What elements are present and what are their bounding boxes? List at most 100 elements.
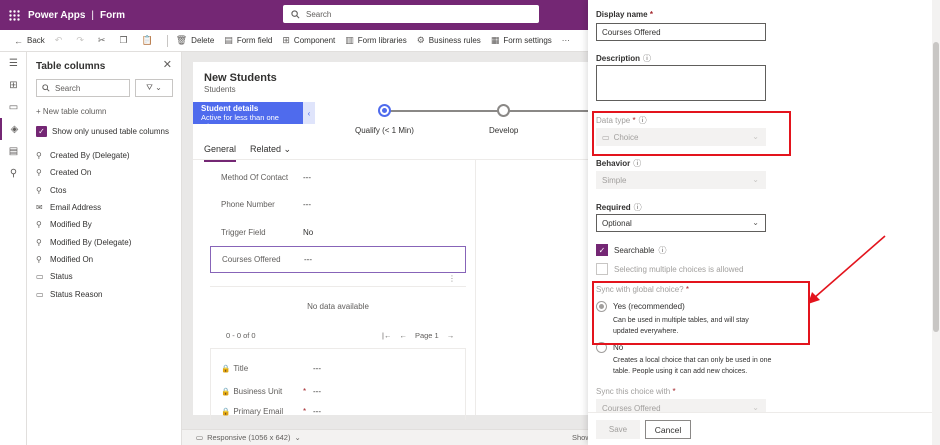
- close-icon[interactable]: ✕: [163, 58, 172, 71]
- save-button[interactable]: Save: [596, 420, 640, 439]
- chevron-left-icon[interactable]: ‹: [303, 102, 315, 124]
- new-table-column-link[interactable]: + New table column: [36, 107, 106, 116]
- list-item[interactable]: ⚲ Modified By: [36, 216, 176, 233]
- list-item[interactable]: ⚲ Ctos: [36, 182, 176, 199]
- app-launcher-icon[interactable]: [0, 0, 28, 30]
- list-item[interactable]: ⚲ Modified By (Delegate): [36, 233, 176, 250]
- cut-button[interactable]: ✂: [98, 35, 110, 46]
- bpf-stage-label: Qualify (< 1 Min): [355, 126, 414, 135]
- business-rules-button[interactable]: ⚙ Business rules: [417, 35, 481, 46]
- delete-button[interactable]: 🗑 Delete: [176, 35, 215, 46]
- display-name-input[interactable]: Courses Offered: [596, 23, 766, 41]
- list-item[interactable]: ⚲ Modified On: [36, 251, 176, 268]
- lock-icon: 🔒: [221, 406, 231, 416]
- list-item[interactable]: ▭ Status Reason: [36, 285, 176, 302]
- bpf-stage-label: Develop: [489, 126, 519, 135]
- checkmark-icon: ✓: [596, 244, 608, 256]
- highlight-data-type: [592, 111, 791, 156]
- settings-icon: ▦: [490, 35, 500, 45]
- lookup-icon: ⚲: [36, 168, 42, 178]
- description-label: Description ⓘ: [596, 54, 652, 63]
- first-page-icon[interactable]: |←: [382, 331, 391, 340]
- responsive-size-dropdown[interactable]: Responsive (1056 x 642): [207, 433, 290, 442]
- more-commands-button[interactable]: ···: [562, 36, 570, 45]
- bpf-stage-node-qualify[interactable]: [378, 104, 391, 117]
- chevron-down-icon[interactable]: ⌄: [294, 433, 300, 442]
- redo-button[interactable]: ↷: [76, 35, 88, 46]
- filter-button[interactable]: ⛛ ⌄: [135, 79, 173, 97]
- field-business-unit[interactable]: 🔒 Business Unit * ---: [211, 380, 467, 402]
- bpf-active-stage[interactable]: Student details Active for less than one…: [193, 102, 303, 131]
- undo-button[interactable]: ↶: [55, 35, 67, 46]
- list-item[interactable]: ✉ Email Address: [36, 199, 176, 216]
- form-preview: New Students Students Student details Ac…: [193, 62, 588, 420]
- required-dropdown[interactable]: Optional ⌄: [596, 214, 766, 232]
- bpf-stage-node-develop[interactable]: [497, 104, 510, 117]
- field-method-of-contact[interactable]: Method Of Contact ---: [210, 165, 466, 189]
- description-textarea[interactable]: [596, 65, 766, 101]
- behavior-label: Behavior ⓘ: [596, 159, 642, 168]
- list-item[interactable]: ⚲ Created On: [36, 164, 176, 181]
- layers-icon[interactable]: ◈: [0, 118, 27, 140]
- more-options-icon[interactable]: ⋮: [448, 274, 456, 283]
- scrollbar-thumb[interactable]: [933, 42, 939, 332]
- form-field-icon: ▤: [224, 35, 233, 45]
- lookup-icon: ⚲: [36, 237, 42, 247]
- option-icon: ▭: [36, 289, 44, 299]
- next-page-icon[interactable]: →: [447, 331, 455, 340]
- field-courses-offered[interactable]: Courses Offered ---: [210, 246, 466, 273]
- list-item[interactable]: ⚲ Created By (Delegate): [36, 147, 176, 164]
- page-number: Page 1: [414, 330, 439, 340]
- annotation-arrow: [808, 235, 886, 304]
- prev-page-icon[interactable]: ←: [399, 331, 407, 340]
- field-trigger-field[interactable]: Trigger Field No: [210, 220, 466, 244]
- sync-choice-label: Sync this choice with *: [596, 387, 676, 396]
- app-section: Form: [100, 9, 126, 21]
- global-search-input[interactable]: Search: [283, 5, 539, 23]
- form-settings-button[interactable]: ▦ Form settings: [491, 35, 552, 46]
- table-columns-icon[interactable]: ▭: [0, 96, 27, 118]
- multiple-choices-checkbox[interactable]: Selecting multiple choices is allowed: [596, 263, 743, 275]
- command-separator: [166, 34, 168, 47]
- back-arrow-icon: ←: [14, 35, 23, 46]
- form-section: 🔒 Title --- 🔒 Business Unit * --- 🔒 Primary…: [210, 348, 466, 420]
- tree-view-icon[interactable]: ⚲: [0, 162, 27, 184]
- status-bar: ▭ Responsive (1056 x 642) ⌄ Show: [182, 429, 591, 445]
- column-list: ⚲ Created By (Delegate) ⚲ Created On ⚲ Ctos…: [36, 147, 176, 303]
- app-name[interactable]: Power Apps: [28, 10, 85, 21]
- column-search-input[interactable]: Search: [36, 79, 130, 97]
- panel-footer: Save Cancel: [588, 412, 932, 445]
- cut-icon: ✂: [97, 35, 106, 45]
- email-icon: ✉: [36, 203, 43, 213]
- list-item[interactable]: ▭ Status: [36, 268, 176, 285]
- paste-button[interactable]: 📋: [142, 35, 157, 46]
- info-icon: ⓘ: [643, 54, 652, 63]
- form-field-button[interactable]: ▤ Form field: [224, 35, 272, 46]
- back-button[interactable]: ← Back: [14, 36, 45, 46]
- lock-icon: 🔒: [221, 363, 231, 373]
- info-icon: ⓘ: [658, 245, 667, 255]
- component-button[interactable]: ⊞ Component: [282, 35, 335, 46]
- required-label: Required ⓘ: [596, 203, 642, 212]
- trash-icon: 🗑: [175, 35, 188, 45]
- form-libraries-icon[interactable]: ▤: [0, 140, 27, 162]
- field-phone-number[interactable]: Phone Number ---: [210, 192, 466, 216]
- form-libraries-button[interactable]: ▥ Form libraries: [345, 35, 406, 46]
- searchable-checkbox[interactable]: ✓ Searchable ⓘ: [596, 244, 666, 256]
- field-primary-email[interactable]: 🔒 Primary Email * ---: [211, 403, 467, 419]
- behavior-dropdown[interactable]: Simple ⌄: [596, 171, 766, 189]
- hamburger-icon[interactable]: ☰: [0, 52, 27, 74]
- cancel-button[interactable]: Cancel: [645, 420, 691, 439]
- show-unused-checkbox[interactable]: ✓ Show only unused table columns: [36, 126, 169, 137]
- option-icon: ▭: [36, 272, 44, 282]
- search-icon: [42, 84, 50, 92]
- panel-scrollbar[interactable]: [932, 0, 940, 445]
- components-icon[interactable]: ⊞: [0, 74, 27, 96]
- copy-button[interactable]: ❐: [119, 35, 131, 46]
- device-icon: ▭: [196, 433, 204, 442]
- divider: [475, 160, 476, 415]
- paste-icon: 📋: [141, 35, 153, 45]
- field-title[interactable]: 🔒 Title ---: [211, 357, 467, 379]
- library-icon: ▥: [345, 35, 354, 45]
- table-columns-panel: Table columns ✕ Search ⛛ ⌄ + New table c…: [27, 52, 182, 445]
